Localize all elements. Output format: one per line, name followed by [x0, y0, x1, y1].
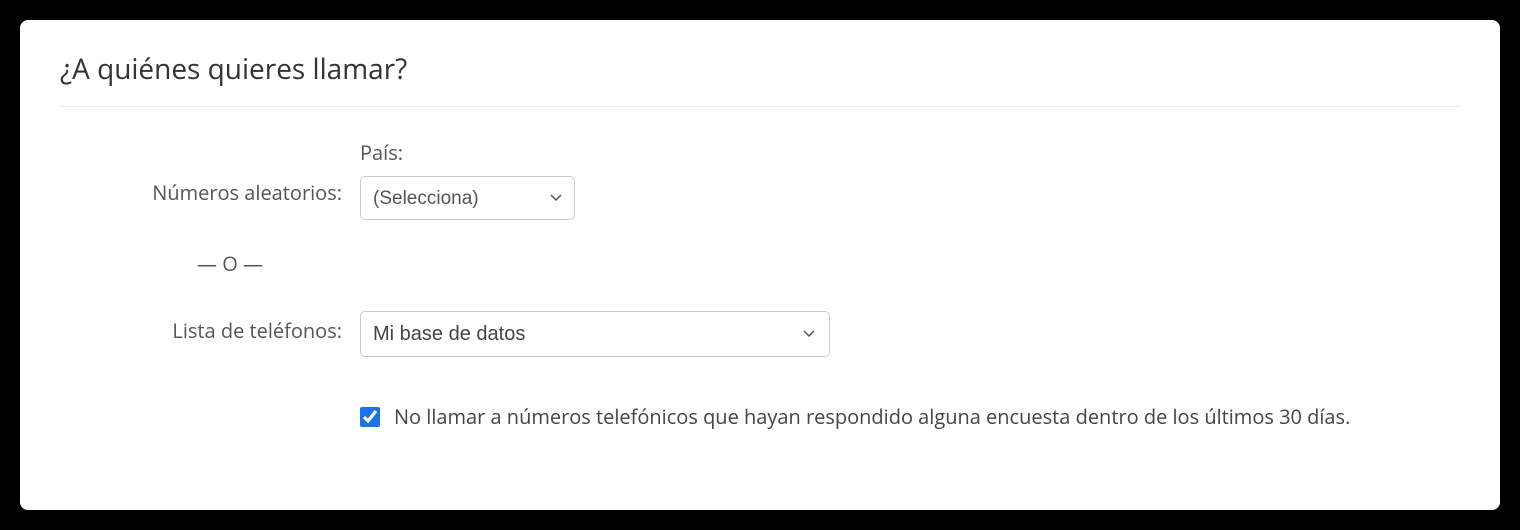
do-not-call-label[interactable]: No llamar a números telefónicos que haya… [394, 403, 1350, 430]
random-numbers-row: Números aleatorios: País: (Selecciona) [60, 139, 1460, 220]
phone-list-label: Lista de teléfonos: [60, 311, 360, 344]
or-separator: — O — [60, 250, 360, 277]
phone-list-row: Lista de teléfonos: Mi base de datos [60, 311, 1460, 357]
random-numbers-field: País: (Selecciona) [360, 139, 1460, 220]
do-not-call-checkbox[interactable] [360, 407, 380, 427]
do-not-call-row: No llamar a números telefónicos que haya… [60, 403, 1460, 430]
or-separator-row: — O — [60, 250, 1460, 277]
form-card: ¿A quiénes quieres llamar? Números aleat… [20, 20, 1500, 510]
phone-list-select[interactable]: Mi base de datos [360, 311, 830, 357]
country-select[interactable]: (Selecciona) [360, 176, 575, 220]
phone-list-field: Mi base de datos [360, 311, 1460, 357]
country-label: País: [360, 139, 1460, 166]
random-numbers-label: Números aleatorios: [60, 139, 360, 206]
page-title: ¿A quiénes quieres llamar? [60, 50, 1460, 107]
